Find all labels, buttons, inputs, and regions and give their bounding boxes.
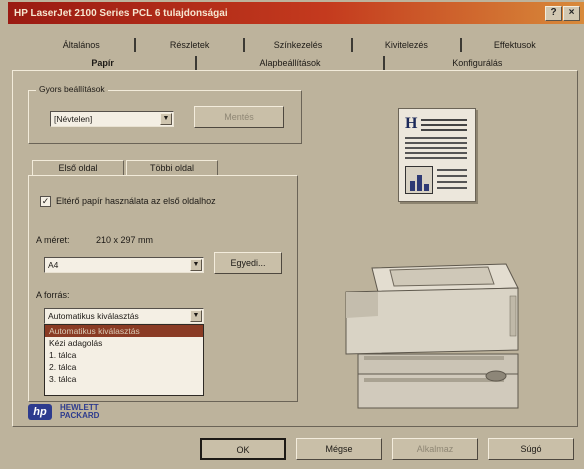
page-preview-icon: H <box>398 108 476 202</box>
tab-kivitelezes[interactable]: Kivitelezés <box>353 38 462 52</box>
tab-row-bottom: Papír Alapbeállítások Konfigurálás <box>10 56 570 70</box>
save-settings-button[interactable]: Mentés <box>194 106 284 128</box>
source-label: A forrás: <box>36 290 70 300</box>
source-option-auto[interactable]: Automatikus kiválasztás <box>45 325 203 337</box>
size-label: A méret: <box>36 235 70 245</box>
quick-settings-label: Gyors beállítások <box>36 84 108 94</box>
help-button[interactable]: Súgó <box>488 438 574 460</box>
custom-size-button[interactable]: Egyedi... <box>214 252 282 274</box>
hp-logo-line2: PACKARD <box>60 411 100 420</box>
chevron-down-icon[interactable]: ▼ <box>190 259 202 271</box>
title-bar: HP LaserJet 2100 Series PCL 6 tulajdonsá… <box>8 2 584 24</box>
first-page-checkbox[interactable]: ✓ <box>40 196 51 207</box>
cancel-button[interactable]: Mégse <box>296 438 382 460</box>
tab-konfiguralas[interactable]: Konfigurálás <box>385 56 570 70</box>
tab-szinkezeles[interactable]: Színkezelés <box>245 38 354 52</box>
source-option-manual[interactable]: Kézi adagolás <box>45 337 203 349</box>
source-combo[interactable]: Automatikus kiválasztás ▼ <box>44 308 204 324</box>
tab-papir[interactable]: Papír <box>10 56 198 70</box>
size-combo[interactable]: A4 ▼ <box>44 257 204 273</box>
subtab-first-page[interactable]: Első oldal <box>32 160 124 176</box>
subtab-other-pages[interactable]: Többi oldal <box>126 160 218 175</box>
quick-settings-value: [Névtelen] <box>54 114 93 124</box>
size-value: A4 <box>48 260 59 270</box>
ok-button[interactable]: OK <box>200 438 286 460</box>
first-page-checkbox-label: Eltérő papír használata az első oldalhoz <box>56 196 216 206</box>
chevron-down-icon[interactable]: ▼ <box>190 310 202 322</box>
hp-logo-mark: hp <box>28 404 52 420</box>
source-value: Automatikus kiválasztás <box>48 311 139 321</box>
quick-settings-combo[interactable]: [Névtelen] ▼ <box>50 111 174 127</box>
source-option-tray3[interactable]: 3. tálca <box>45 373 203 385</box>
source-option-tray2[interactable]: 2. tálca <box>45 361 203 373</box>
help-title-button[interactable]: ? <box>545 6 562 21</box>
apply-button[interactable]: Alkalmaz <box>392 438 478 460</box>
tab-row-top: Általános Részletek Színkezelés Kivitele… <box>28 38 568 52</box>
tab-reszletek[interactable]: Részletek <box>136 38 245 52</box>
tab-alapbeallitasok[interactable]: Alapbeállítások <box>197 56 385 70</box>
size-dimensions: 210 x 297 mm <box>96 235 154 245</box>
hp-logo-text: HEWLETT PACKARD <box>60 404 99 420</box>
close-button[interactable]: × <box>563 6 580 21</box>
tab-altalanos[interactable]: Általános <box>28 38 137 52</box>
source-dropdown-list: Automatikus kiválasztás Kézi adagolás 1.… <box>44 324 204 396</box>
tab-effektusok[interactable]: Effektusok <box>462 38 568 52</box>
chevron-down-icon[interactable]: ▼ <box>160 113 172 125</box>
window-title: HP LaserJet 2100 Series PCL 6 tulajdonsá… <box>14 7 228 19</box>
source-option-tray1[interactable]: 1. tálca <box>45 349 203 361</box>
printer-icon <box>345 263 519 409</box>
